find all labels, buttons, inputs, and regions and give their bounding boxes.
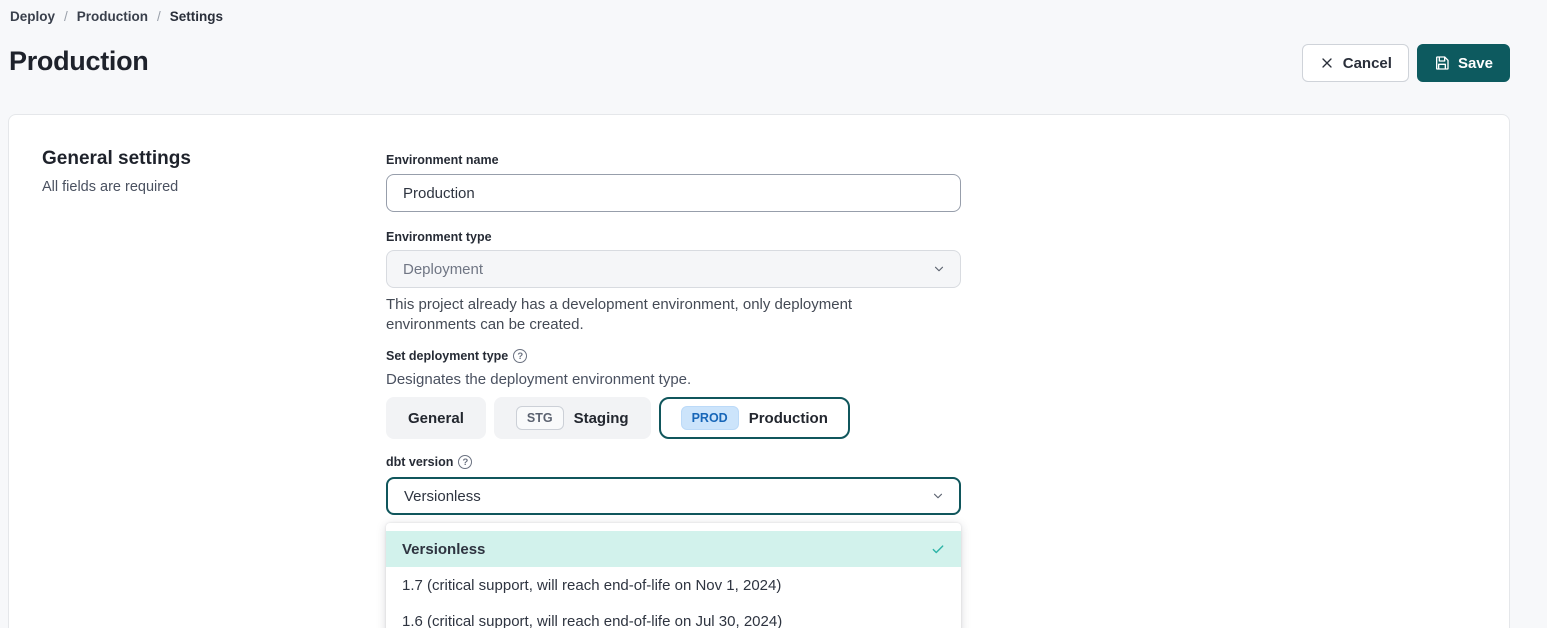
breadcrumb: Deploy / Production / Settings xyxy=(10,9,223,24)
dbt-version-option-versionless[interactable]: Versionless xyxy=(386,531,961,567)
chevron-down-icon xyxy=(931,489,945,503)
question-circle-icon[interactable]: ? xyxy=(513,349,527,363)
environment-type-value: Deployment xyxy=(403,261,483,278)
deployment-type-staging-label: Staging xyxy=(574,410,629,427)
deployment-type-production-label: Production xyxy=(749,410,828,427)
deployment-type-staging-button[interactable]: STG Staging xyxy=(494,397,651,439)
deployment-type-general-button[interactable]: General xyxy=(386,397,486,439)
breadcrumb-separator: / xyxy=(157,9,161,24)
environment-name-label: Environment name xyxy=(386,153,499,167)
option-label: 1.6 (critical support, will reach end-of… xyxy=(402,613,782,628)
deployment-type-label-row: Set deployment type ? xyxy=(386,349,527,363)
page-title: Production xyxy=(9,46,149,77)
deployment-type-general-label: General xyxy=(408,410,464,427)
prod-badge: PROD xyxy=(681,406,739,430)
environment-type-label: Environment type xyxy=(386,230,492,244)
cancel-button-label: Cancel xyxy=(1343,55,1392,72)
breadcrumb-separator: / xyxy=(64,9,68,24)
save-button[interactable]: Save xyxy=(1417,44,1510,82)
checkmark-icon xyxy=(931,542,945,556)
save-button-label: Save xyxy=(1458,55,1493,72)
question-circle-icon[interactable]: ? xyxy=(458,455,472,469)
environment-settings-page: Deploy / Production / Settings Productio… xyxy=(0,0,1547,628)
section-subtitle: All fields are required xyxy=(42,179,342,195)
dbt-version-label-row: dbt version ? xyxy=(386,455,472,469)
environment-name-input[interactable]: Production xyxy=(386,174,961,212)
option-label: 1.7 (critical support, will reach end-of… xyxy=(402,577,781,594)
option-label: Versionless xyxy=(402,541,485,558)
general-settings-card: General settings All fields are required… xyxy=(8,114,1510,628)
chevron-down-icon xyxy=(932,262,946,276)
dbt-version-option-1-7[interactable]: 1.7 (critical support, will reach end-of… xyxy=(386,567,961,603)
breadcrumb-deploy[interactable]: Deploy xyxy=(10,9,55,24)
floppy-disk-icon xyxy=(1434,55,1450,71)
dbt-version-value: Versionless xyxy=(404,488,481,505)
x-icon xyxy=(1319,55,1335,71)
header-actions: Cancel Save xyxy=(1302,44,1510,82)
dbt-version-dropdown: Versionless 1.7 (critical support, will … xyxy=(386,523,961,628)
cancel-button[interactable]: Cancel xyxy=(1302,44,1409,82)
deployment-type-production-button[interactable]: PROD Production xyxy=(659,397,850,439)
deployment-type-description: Designates the deployment environment ty… xyxy=(386,371,691,388)
dbt-version-option-1-6[interactable]: 1.6 (critical support, will reach end-of… xyxy=(386,603,961,628)
section-head: General settings All fields are required xyxy=(42,148,342,195)
environment-name-value: Production xyxy=(403,185,475,202)
dbt-version-select[interactable]: Versionless xyxy=(386,477,961,515)
dbt-version-label: dbt version xyxy=(386,455,453,469)
section-title: General settings xyxy=(42,148,342,170)
breadcrumb-production[interactable]: Production xyxy=(77,9,148,24)
deployment-type-label: Set deployment type xyxy=(386,349,508,363)
environment-type-helper: This project already has a development e… xyxy=(386,295,946,335)
breadcrumb-settings: Settings xyxy=(170,9,223,24)
environment-type-select: Deployment xyxy=(386,250,961,288)
staging-badge: STG xyxy=(516,406,564,430)
deployment-type-options: General STG Staging PROD Production xyxy=(386,397,850,439)
